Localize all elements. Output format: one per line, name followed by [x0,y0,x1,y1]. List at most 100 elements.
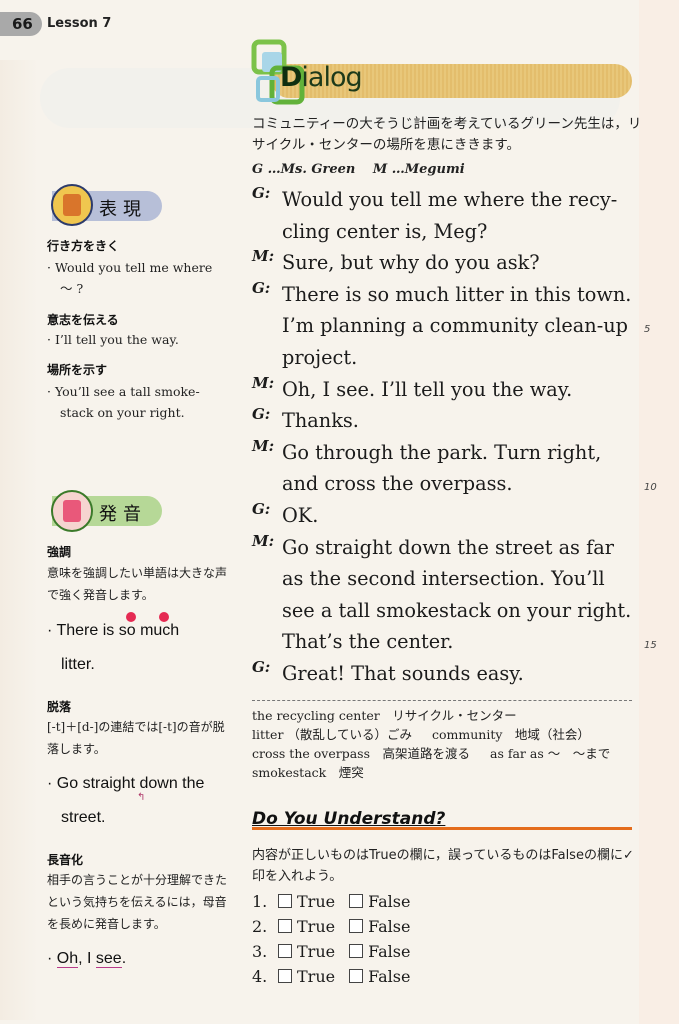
vocab-item: smokestack 煙突 [252,765,364,780]
true-label: True [297,917,336,936]
dialog-line: I’m planning a community clean-up [252,310,647,342]
line-number: 10 [644,482,657,493]
pronunciation-text: 相手の言うことが十分理解できたという気持ちを伝えるには，母音を長めに発音します。 [47,873,228,931]
dialog-line: G: Would you tell me where the recy- [252,184,647,216]
pronunciation-example: litter. [61,656,95,673]
dialog-line: as the second intersection. You’ll [252,563,647,595]
false-label: False [368,967,411,986]
dialog-text: That’s the center. [282,630,454,654]
example-text: . [121,950,127,967]
true-label: True [297,942,336,961]
false-label: False [368,942,411,961]
speaker-label: M: [252,436,275,455]
expression-example: · You’ll see a tall smoke- [47,384,200,399]
dialog-line: M: Sure, but why do you ask? [252,247,647,279]
dialog-line: and cross the overpass. [252,468,647,500]
cast-list: G …Ms. Green M …Megumi [252,162,465,177]
speaker-label: G: [252,499,271,518]
expression-heading: 行き方をきく [47,239,120,253]
line-number: 5 [644,324,651,335]
divider [252,700,632,701]
item-number: 3. [252,942,268,961]
expression-heading: 意志を伝える [47,313,119,327]
vocab-row: cross the overpass 高架道路を渡る as far as ～ ～ま… [252,744,610,763]
quiz-instruction: 内容が正しいものはTrueの欄に，誤っているものはFalseの欄に✓印を入れよう… [252,848,634,884]
true-checkbox[interactable] [278,894,292,908]
dialog-title-rest: ialog [301,62,362,93]
lengthened-word: see [95,950,122,968]
dialog-text: as the second intersection. You’ll [282,567,605,591]
true-checkbox[interactable] [278,919,292,933]
quiz-item: 3. True False [252,939,410,964]
dialog-line: G: There is so much litter in this town. [252,279,647,311]
item-number: 2. [252,917,268,936]
speaker-label: G: [252,184,271,202]
page-gutter [0,60,38,1020]
example-text: , I [78,950,96,967]
dialog-text: Great! That sounds easy. [282,661,524,685]
dialog-body: G: Would you tell me where the recy- clin… [252,184,647,690]
lesson-label: Lesson 7 [47,16,112,31]
speaker-label: G: [252,405,271,424]
dialog-line: That’s the center. [252,626,647,658]
false-label: False [368,892,411,911]
dialog-text: Thanks. [282,409,359,433]
false-checkbox[interactable] [349,894,364,908]
robot-icon [51,184,93,226]
speaker-label: G: [252,657,271,676]
expression-heading: 場所を示す [47,363,108,377]
false-checkbox[interactable] [349,944,364,958]
pronunciation-heading: 脱落 [47,700,72,714]
pronunciation-example: street. [61,809,106,826]
dialog-text: cling center is, Meg? [282,219,488,243]
dialog-text: Would you tell me where the recy- [282,188,618,211]
vocab-item: litter （散乱している）ごみ [252,727,413,742]
example-text: Go straight down the [56,775,205,792]
quiz-title-underline [252,827,632,830]
vocab-row: litter （散乱している）ごみ community 地域（社会） [252,725,610,744]
vocab-item: community 地域（社会） [432,727,590,742]
quiz-title: Do You Understand? [252,809,446,829]
speaker-label: G: [252,278,271,297]
quiz-items: 1. True False 2. True False 3. True False 4. Tr… [252,889,410,989]
dialog-text: Oh, I see. I’ll tell you the way. [282,377,573,401]
vocabulary-list: the recycling center リサイクル・センター litter （… [252,706,610,782]
item-number: 1. [252,892,268,911]
pronunciation-text: 意味を強調したい単語は大きな声で強く発音します。 [47,566,228,602]
speaker-label: M: [252,373,275,392]
true-label: True [297,967,336,986]
dialog-line: M: Go through the park. Turn right, [252,437,647,469]
dialog-text: Sure, but why do you ask? [282,251,540,275]
speaker-label: M: [252,531,275,550]
false-checkbox[interactable] [349,969,364,983]
dialog-text: There is so much litter in this town. [282,282,632,306]
dialog-text: Go straight down the street as far [282,535,614,559]
pronunciation-heading: 強調 [47,545,72,559]
dialog-line: M: Go straight down the street as far [252,532,647,564]
true-checkbox[interactable] [278,969,292,983]
lengthened-word: Oh [56,950,79,968]
false-checkbox[interactable] [349,919,364,933]
item-number: 4. [252,967,268,986]
true-label: True [297,892,336,911]
dialog-line: M: Oh, I see. I’ll tell you the way. [252,374,647,406]
quiz-item: 4. True False [252,964,410,989]
vocab-item: cross the overpass 高架道路を渡る [252,746,470,761]
pronunciation-heading: 長音化 [47,853,84,867]
dialog-title-initial: D [280,62,302,93]
dialog-line: see a tall smokestack on your right. [252,595,647,627]
expression-badge-label: 表現 [99,199,147,220]
expression-example: ～ ? [60,281,84,296]
quiz-item: 2. True False [252,914,410,939]
true-checkbox[interactable] [278,944,292,958]
dialog-text: Go through the park. Turn right, [282,440,602,464]
dialog-text: see a tall smokestack on your right. [282,598,632,622]
vocab-item: the recycling center リサイクル・センター [252,708,517,723]
vocab-item: as far as ～ ～まで [490,746,611,761]
false-label: False [368,917,411,936]
dialog-text: OK. [282,503,319,527]
example-text: There is so much [56,622,180,639]
dialog-line: cling center is, Meg? [252,216,647,248]
dialog-intro: コミュニティーの大そうじ計画を考えているグリーン先生は，リサイクル・センターの場… [252,116,642,153]
expression-example: · Would you tell me where [47,260,213,275]
